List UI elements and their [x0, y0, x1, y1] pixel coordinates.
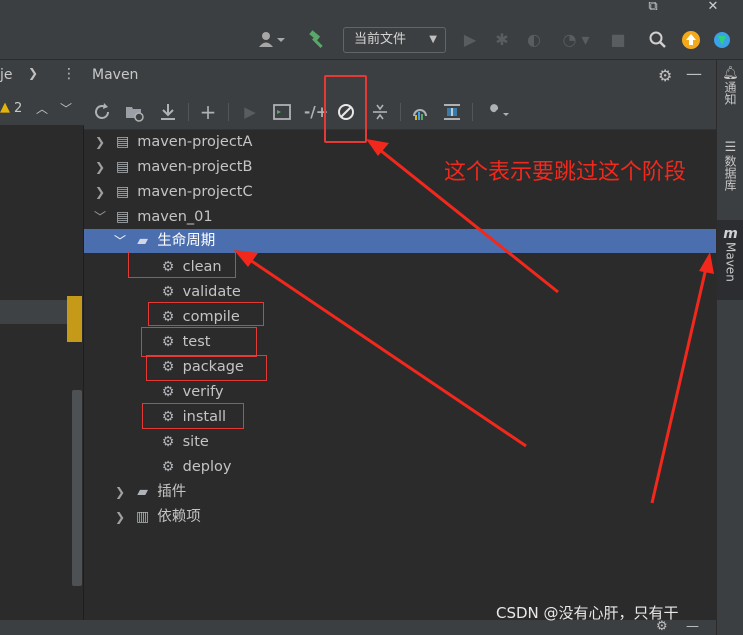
arrow-to-maven-tab	[650, 267, 708, 504]
annotation-note: 这个表示要跳过这个阶段	[444, 160, 687, 185]
annotation-arrows	[234, 139, 714, 504]
arrow-to-lifecycle	[249, 258, 527, 448]
arrowhead-to-maven-tab	[699, 252, 714, 274]
watermark: CSDN @没有心肝，只有干	[496, 604, 679, 622]
